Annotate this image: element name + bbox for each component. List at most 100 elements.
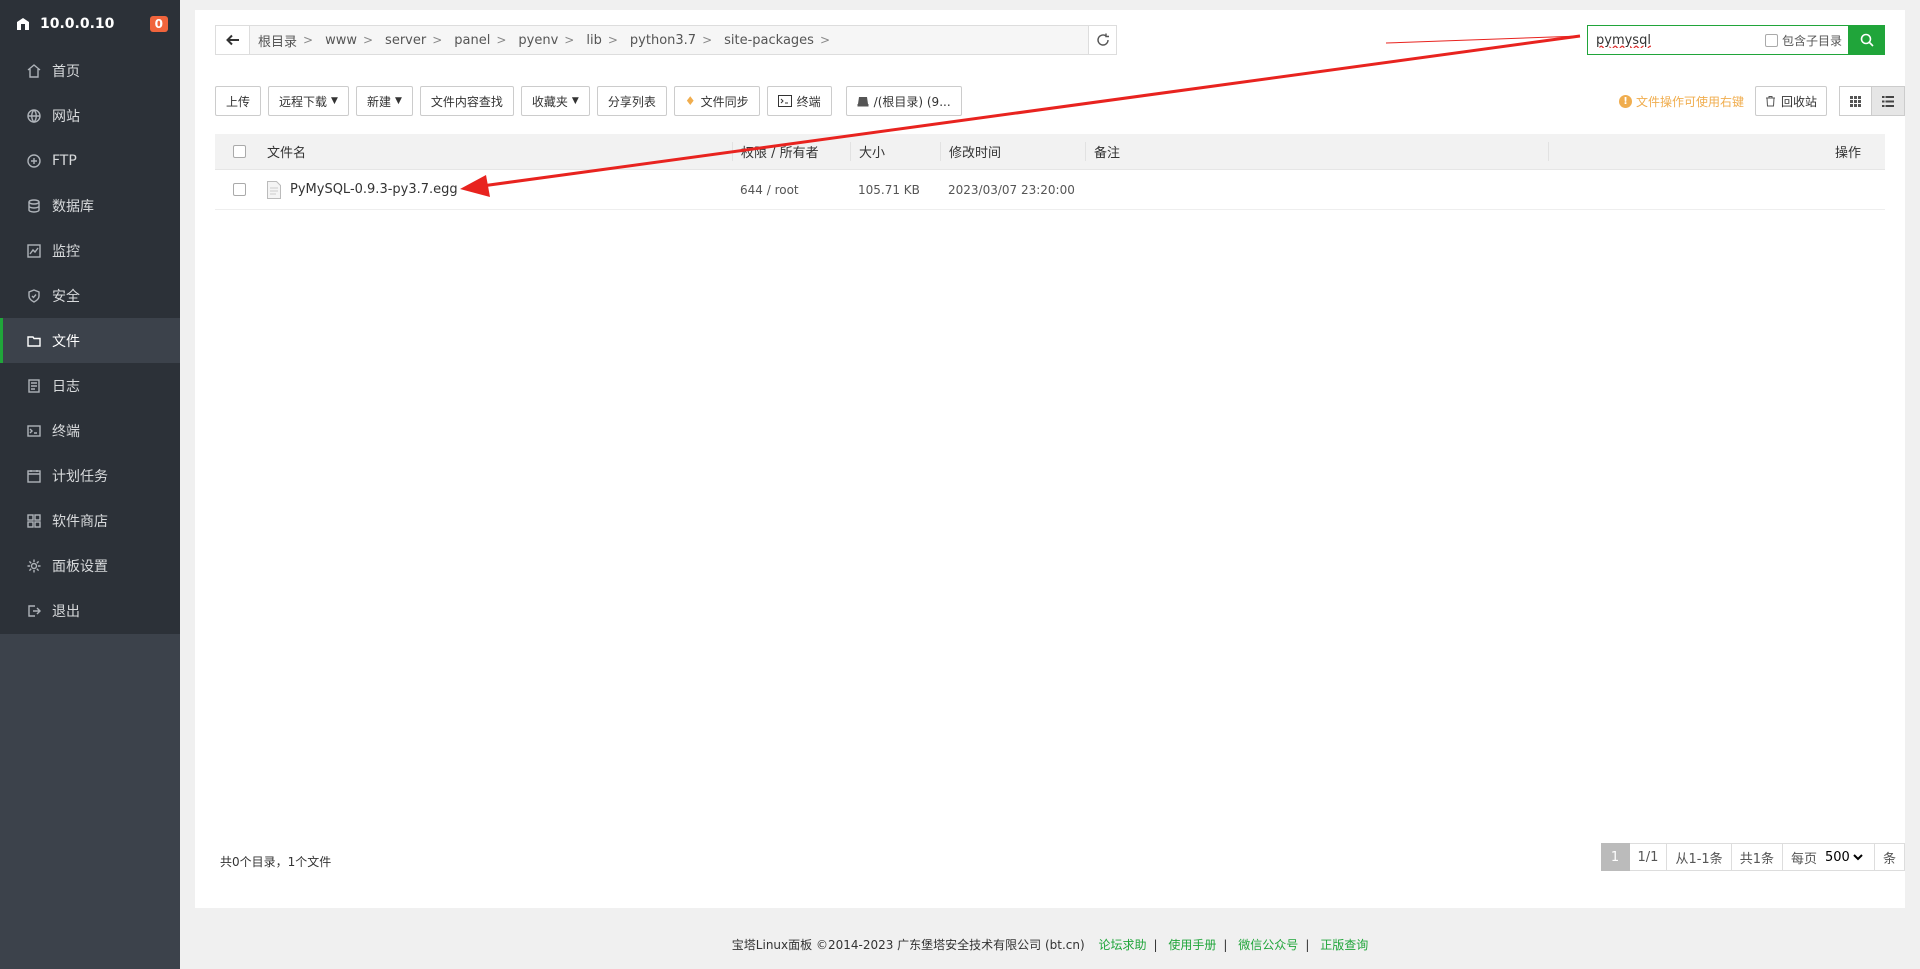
info-icon: ! [1618,94,1632,108]
footer-link-manual[interactable]: 使用手册 [1168,938,1216,952]
header-mtime[interactable]: 修改时间 [940,142,1085,161]
disk-button[interactable]: /(根目录) (9... [845,86,962,116]
sidebar-item-ftp[interactable]: FTP [0,138,180,183]
page-count: 1/1 [1629,843,1668,871]
sidebar-item-database[interactable]: 数据库 [0,183,180,228]
chevron-right-icon[interactable]: > [303,33,313,47]
header-name[interactable]: 文件名 [267,142,732,161]
file-perm[interactable]: 644 / root [732,183,850,197]
sidebar: 10.0.0.10 0 首页 网站 FTP 数据库 监控 安全 文件 日志 终端… [0,0,180,969]
breadcrumb-item[interactable]: 根目录 [258,31,297,50]
breadcrumb-item[interactable]: pyenv [518,33,558,48]
per-page-control: 每页 500 [1782,843,1875,871]
sidebar-item-home[interactable]: 首页 [0,48,180,93]
sidebar-item-terminal[interactable]: 终端 [0,408,180,453]
share-list-button[interactable]: 分享列表 [596,86,667,116]
chevron-right-icon[interactable]: > [820,33,830,47]
back-button[interactable] [216,26,250,54]
breadcrumb-item[interactable]: panel [454,33,490,48]
chevron-right-icon[interactable]: > [702,33,712,47]
sidebar-item-logout[interactable]: 退出 [0,588,180,633]
footer-link-license[interactable]: 正版查询 [1320,938,1368,952]
sidebar-item-logs[interactable]: 日志 [0,363,180,408]
chevron-right-icon[interactable]: > [608,33,618,47]
chevron-down-icon: ▼ [394,96,402,106]
header-size[interactable]: 大小 [850,142,940,161]
refresh-button[interactable] [1088,26,1116,54]
file-name-cell[interactable]: PyMySQL-0.9.3-py3.7.egg [267,180,732,199]
breadcrumb-item[interactable]: site-packages [724,33,814,48]
include-subdir-checkbox[interactable]: 包含子目录 [1764,32,1842,49]
chevron-right-icon[interactable]: > [432,33,442,47]
sidebar-header: 10.0.0.10 0 [0,0,180,48]
calendar-icon [27,469,41,483]
breadcrumb-item[interactable]: server [385,33,426,48]
table-row[interactable]: PyMySQL-0.9.3-py3.7.egg 644 / root 105.7… [215,170,1885,210]
content-search-button[interactable]: 文件内容查找 [419,86,514,116]
chevron-down-icon: ▼ [331,96,338,106]
file-search: 包含子目录 [1587,25,1885,55]
breadcrumb-item[interactable]: www [325,33,357,48]
recycle-label: 回收站 [1780,94,1817,109]
remote-download-label: 远程下载 [279,94,328,109]
footer-link-forum[interactable]: 论坛求助 [1099,938,1147,952]
breadcrumb-item[interactable]: lib [586,33,601,48]
file-count-summary: 共0个目录，1个文件 [220,855,332,869]
sidebar-item-files[interactable]: 文件 [0,318,180,363]
breadcrumb-item[interactable]: python3.7 [630,33,696,48]
sidebar-item-settings[interactable]: 面板设置 [0,543,180,588]
footer-separator: | [1153,938,1158,952]
sidebar-item-cron[interactable]: 计划任务 [0,453,180,498]
checkbox-box[interactable] [1764,33,1778,47]
recycle-bin-button[interactable]: 回收站 [1754,86,1827,116]
header-note: 备注 [1085,142,1548,161]
sidebar-item-label: 退出 [52,603,80,620]
page-current[interactable]: 1 [1600,843,1630,871]
file-size: 105.71 KB [858,182,920,197]
log-icon [28,378,40,393]
sidebar-item-label: FTP [52,152,77,169]
trash-icon [1765,96,1775,107]
sidebar-item-security[interactable]: 安全 [0,273,180,318]
file-manager-panel: 根目录 > www > server > panel > pyenv > lib > python3.7… [195,10,1905,908]
breadcrumb: 根目录 > www > server > panel > pyenv > lib > python3.7… [250,31,1088,50]
favorites-button[interactable]: 收藏夹 ▼ [520,86,590,116]
chevron-right-icon[interactable]: > [363,33,373,47]
grid-view-button[interactable] [1839,86,1872,116]
sidebar-item-monitor[interactable]: 监控 [0,228,180,273]
footer-link-wechat[interactable]: 微信公众号 [1238,938,1298,952]
file-name[interactable]: PyMySQL-0.9.3-py3.7.egg [290,182,458,197]
sidebar-item-website[interactable]: 网站 [0,93,180,138]
page-footer: 宝塔Linux面板 ©2014-2023 广东堡塔安全技术有限公司 (bt.cn… [180,936,1920,953]
arrow-left-icon [225,34,239,46]
list-view-button[interactable] [1872,86,1905,116]
new-button[interactable]: 新建 ▼ [355,86,413,116]
terminal-label: 终端 [796,94,821,109]
list-icon [1882,95,1894,107]
chevron-right-icon[interactable]: > [564,33,574,47]
search-button[interactable] [1849,25,1885,55]
ftp-icon [27,153,41,168]
grid-icon [1850,95,1861,107]
row-checkbox[interactable] [232,183,246,196]
file-sync-button[interactable]: ♦ 文件同步 [673,86,760,116]
sidebar-item-label: 计划任务 [52,468,108,485]
search-input[interactable] [1588,32,1748,48]
terminal-button[interactable]: 终端 [766,86,832,116]
per-page-select[interactable]: 500 [1820,848,1866,866]
new-label: 新建 [366,94,391,109]
copyright-text: 宝塔Linux面板 ©2014-2023 广东堡塔安全技术有限公司 (bt.cn… [731,938,1085,952]
upload-button[interactable]: 上传 [215,86,262,116]
sidebar-item-label: 首页 [52,63,80,80]
chevron-right-icon[interactable]: > [496,33,506,47]
sidebar-item-store[interactable]: 软件商店 [0,498,180,543]
select-all-checkbox[interactable] [232,145,246,158]
notice-badge[interactable]: 0 [149,16,168,32]
header-ops: 操作 [1548,142,1885,161]
pagination: 1 1/1 从1-1条 共1条 每页 500 条 [1600,843,1905,871]
search-icon [1860,33,1874,47]
remote-download-button[interactable]: 远程下载 ▼ [268,86,349,116]
footer-separator: | [1223,938,1228,952]
file-table: 文件名 权限 / 所有者 大小 修改时间 备注 操作 PyMySQL-0.9.3… [215,134,1885,210]
folder-icon [27,335,41,347]
